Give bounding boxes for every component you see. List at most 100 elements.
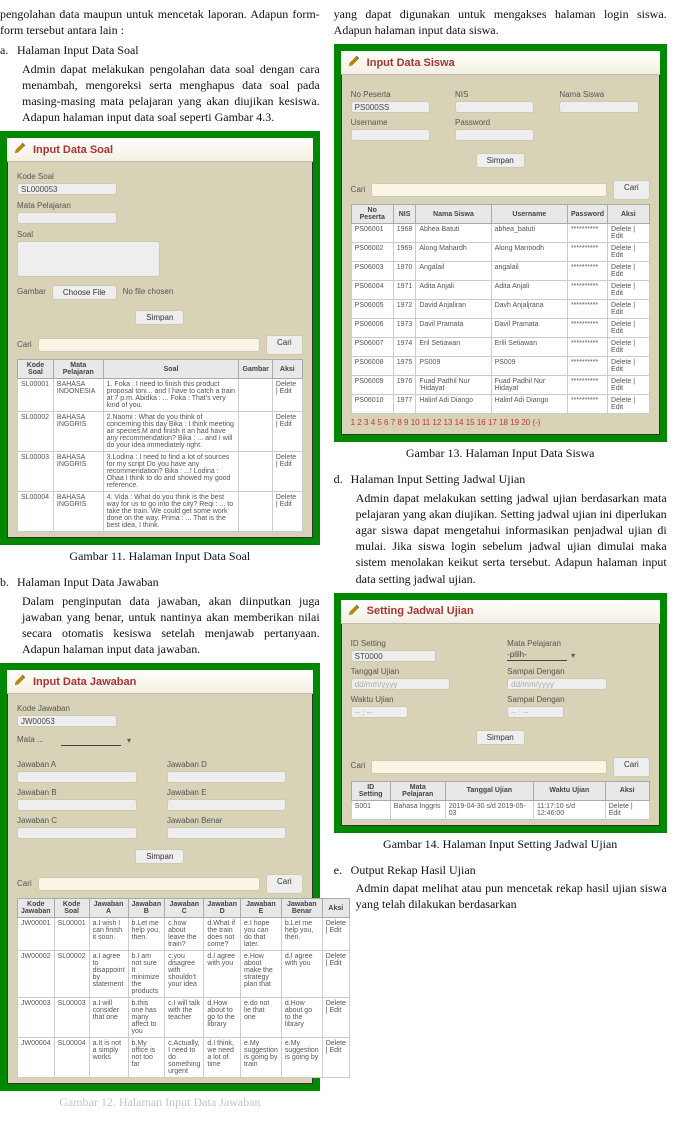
table-cell[interactable]: Delete | Edit — [608, 281, 650, 300]
table-cell[interactable]: Delete | Edit — [608, 338, 650, 357]
fig11-table: Kode Soal Mata Pelajaran Soal Gambar Aks… — [17, 359, 303, 532]
table-cell: SL00003 — [54, 998, 89, 1038]
table-cell[interactable]: Delete | Edit — [272, 412, 302, 452]
table-cell: e.do not lie that one — [240, 998, 281, 1038]
fig13-cari-button[interactable]: Cari — [613, 180, 650, 200]
table-row: JW00003SL00003a.I will consider that one… — [18, 998, 350, 1038]
fig13-search-input[interactable] — [371, 183, 607, 197]
fig11-no-file-text: No file chosen — [123, 287, 174, 296]
table-cell[interactable]: Delete | Edit — [605, 800, 649, 819]
fig14-table: ID Setting Mata Pelajaran Tanggal Ujian … — [351, 781, 650, 820]
fig14-input-sd1[interactable]: dd/mm/yyyy — [507, 678, 607, 690]
fig11-soal-textarea[interactable] — [17, 241, 160, 277]
fig14-simpan-button[interactable]: Simpan — [476, 730, 525, 745]
fig13-table: No Peserta NIS Nama Siswa Username Passw… — [351, 204, 650, 414]
pencil-icon — [13, 673, 27, 690]
table-cell[interactable]: Delete | Edit — [608, 243, 650, 262]
table-cell[interactable]: Delete | Edit — [608, 319, 650, 338]
table-cell: BAHASA INGGRIS — [53, 412, 103, 452]
fig13-input-nopeserta[interactable]: PS000SS — [351, 101, 430, 113]
fig12-mapel-select[interactable] — [61, 735, 121, 746]
fig11-lbl-kode: Kode Soal — [17, 172, 303, 181]
table-cell — [239, 452, 272, 492]
fig12-lbl-mapel: Mata ... — [17, 735, 55, 744]
fig12-input-c[interactable] — [17, 827, 137, 839]
fig14-input-waktu[interactable]: -- : -- — [351, 706, 408, 718]
fig11-kode-input[interactable]: SL000053 — [17, 183, 117, 195]
fig11-choose-file-button[interactable]: Choose File — [52, 285, 117, 300]
table-row: PS060021969Along MahardhAlong Marmodh***… — [351, 243, 649, 262]
table-row: S001Bahasa Inggris2019-04-30 s/d 2019-05… — [351, 800, 649, 819]
table-row: SL00004BAHASA INGGRIS4. Vida : What do y… — [18, 492, 303, 532]
fig14-input-sd2[interactable]: -- : -- — [507, 706, 564, 718]
table-cell: PS06003 — [351, 262, 393, 281]
fig13-lbl-nis: NIS — [455, 90, 545, 99]
table-cell: BAHASA INGGRIS — [53, 452, 103, 492]
fig14-caption: Gambar 14. Halaman Input Setting Jadwal … — [334, 837, 667, 852]
fig11-lbl-mapel: Mata Pelajaran — [17, 201, 303, 210]
fig12-cari-button[interactable]: Cari — [266, 874, 303, 894]
table-cell: BAHASA INGGRIS — [53, 492, 103, 532]
fig14-lbl-sd2: Sampai Dengan — [507, 695, 650, 704]
table-cell[interactable]: Delete | Edit — [608, 300, 650, 319]
fig12-input-a[interactable] — [17, 771, 137, 783]
fig13-input-username[interactable] — [351, 129, 430, 141]
fig13-th-5: Aksi — [608, 205, 650, 224]
item-d-title: Halaman Input Setting Jadwal Ujian — [351, 472, 526, 486]
table-cell[interactable]: Delete | Edit — [272, 492, 302, 532]
fig12-search-label: Cari — [17, 879, 32, 888]
fig14-input-id[interactable]: ST0000 — [351, 650, 437, 662]
fig14-search-input[interactable] — [371, 760, 607, 774]
table-cell[interactable]: Delete | Edit — [608, 262, 650, 281]
table-row: SL00001BAHASA INDONESIA1. Foka : I need … — [18, 379, 303, 412]
fig13-titlebar: Input Data Siswa — [341, 51, 660, 75]
table-cell: Davil Pramata — [491, 319, 567, 338]
table-cell: ********** — [567, 281, 607, 300]
table-cell: SL00002 — [54, 951, 89, 998]
fig12-input-e[interactable] — [167, 799, 287, 811]
fig12-input-b[interactable] — [17, 799, 137, 811]
item-d-header: d. Halaman Input Setting Jadwal Ujian — [334, 471, 667, 487]
fig13-input-password[interactable] — [455, 129, 534, 141]
fig12-search-input[interactable] — [38, 877, 260, 891]
fig14-th-1: Mata Pelajaran — [390, 781, 445, 800]
table-cell — [239, 379, 272, 412]
item-b-title: Halaman Input Data Jawaban — [17, 575, 159, 589]
fig11-simpan-button[interactable]: Simpan — [135, 310, 184, 325]
table-cell: b.Let me help you, then. — [281, 918, 322, 951]
table-cell[interactable]: Delete | Edit — [272, 452, 302, 492]
fig12-input-d[interactable] — [167, 771, 287, 783]
table-cell[interactable]: Delete | Edit — [272, 379, 302, 412]
fig14-cari-button[interactable]: Cari — [613, 757, 650, 777]
fig12-kode-input[interactable]: JW00053 — [17, 715, 117, 727]
table-cell: b.My office is not too far — [128, 1038, 165, 1078]
table-cell: Davh Anjaljrana — [491, 300, 567, 319]
table-cell: ********** — [567, 376, 607, 395]
table-cell: SL00004 — [54, 1038, 89, 1078]
fig13-pager[interactable]: 1 2 3 4 5 6 7 8 9 10 11 12 13 14 15 16 1… — [351, 418, 650, 427]
fig11-title: Input Data Soal — [33, 144, 113, 156]
fig11-cari-button[interactable]: Cari — [266, 335, 303, 355]
fig11-mapel-input[interactable] — [17, 212, 117, 224]
table-cell — [239, 492, 272, 532]
fig14-input-tgl[interactable]: dd/mm/yyyy — [351, 678, 451, 690]
table-cell: 2019-04-30 s/d 2019-05-03 — [445, 800, 533, 819]
fig14-mapel-select[interactable]: -pilih- — [507, 650, 567, 661]
table-cell[interactable]: Delete | Edit — [608, 357, 650, 376]
table-row: PS060091976Fuad Padhil Nur 'HidayatFuad … — [351, 376, 649, 395]
table-cell[interactable]: Delete | Edit — [608, 224, 650, 243]
fig12-simpan-button[interactable]: Simpan — [135, 849, 184, 864]
fig13-input-nis[interactable] — [455, 101, 534, 113]
table-cell[interactable]: Delete | Edit — [608, 376, 650, 395]
fig12-input-benar[interactable] — [167, 827, 287, 839]
fig13-simpan-button[interactable]: Simpan — [476, 153, 525, 168]
item-d-body: Admin dapat melakukan setting jadwal uji… — [334, 490, 667, 587]
fig11-th-2: Soal — [103, 360, 239, 379]
fig11-search-input[interactable] — [38, 338, 260, 352]
table-cell[interactable]: Delete | Edit — [608, 395, 650, 414]
fig13-input-nama[interactable] — [559, 101, 638, 113]
table-cell: PS06002 — [351, 243, 393, 262]
table-cell: SL00003 — [18, 452, 54, 492]
fig14-th-3: Waktu Ujian — [533, 781, 605, 800]
fig13-th-3: Username — [491, 205, 567, 224]
